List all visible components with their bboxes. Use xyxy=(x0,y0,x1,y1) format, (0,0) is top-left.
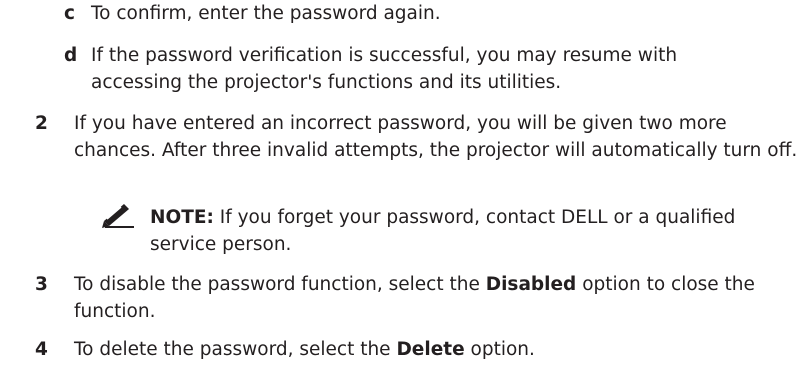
step-4-number: 4 xyxy=(35,339,48,360)
step-d-text: If the password verification is successf… xyxy=(91,45,678,93)
note-heading: NOTE: xyxy=(150,207,214,228)
step-3-number: 3 xyxy=(35,274,48,295)
pencil-note-icon xyxy=(102,204,134,228)
step-3-text: To disable the password function, select… xyxy=(35,271,800,325)
step-c-text: To confirm, enter the password again. xyxy=(91,3,441,24)
step-4-text-post: option. xyxy=(464,339,535,360)
note-body: If you forget your password, contact DEL… xyxy=(150,207,736,255)
step-3-text-pre: To disable the password function, select… xyxy=(74,274,486,295)
step-4-text: To delete the password, select the Delet… xyxy=(35,336,800,363)
delete-option-term: Delete xyxy=(396,339,465,360)
step-2-text: If you have entered an incorrect passwor… xyxy=(74,113,798,161)
step-c-label: c xyxy=(64,3,75,24)
step-4: 4 To delete the password, select the Del… xyxy=(35,336,800,363)
step-4-text-pre: To delete the password, select the xyxy=(74,339,397,360)
step-c: c To confirm, enter the password again. xyxy=(64,0,764,27)
step-3: 3 To disable the password function, sele… xyxy=(35,271,800,325)
note-text: NOTE: If you forget your password, conta… xyxy=(150,204,750,258)
step-d-label: d xyxy=(64,45,78,66)
step-2-number: 2 xyxy=(35,113,48,134)
step-d: d If the password verification is succes… xyxy=(64,42,764,96)
step-2: 2 If you have entered an incorrect passw… xyxy=(35,110,800,164)
disabled-option-term: Disabled xyxy=(485,274,577,295)
